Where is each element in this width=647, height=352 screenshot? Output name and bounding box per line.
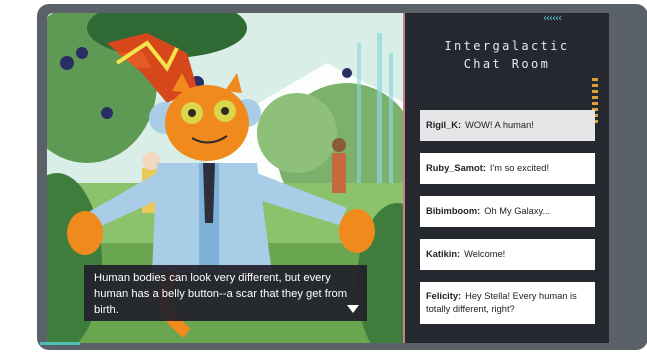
chat-panel: ‹‹‹‹‹‹ Intergalactic Chat Room Rigil_K: W… xyxy=(403,13,609,343)
chevrons-left-icon: ‹‹‹‹‹‹ xyxy=(543,13,562,24)
chat-text: Oh My Galaxy... xyxy=(484,206,551,216)
chat-user: Felicity: xyxy=(426,291,462,301)
chat-title-line1: Intergalactic xyxy=(444,39,570,53)
dialog-box[interactable]: Human bodies can look very different, bu… xyxy=(84,265,367,321)
dialog-text: Human bodies can look very different, bu… xyxy=(94,272,348,316)
chat-text: I'm so excited! xyxy=(489,163,550,173)
chat-user: Katikin: xyxy=(426,249,461,259)
chat-text: WOW! A human! xyxy=(465,120,534,130)
accent-bar xyxy=(40,342,80,345)
chat-title-line2: Chat Room xyxy=(463,57,551,71)
chat-message: Felicity: Hey Stella! Every human is tota… xyxy=(420,282,595,324)
chat-message: Katikin: Welcome! xyxy=(420,239,595,270)
chat-text: Welcome! xyxy=(464,249,506,259)
chat-message: Rigil_K: WOW! A human! xyxy=(420,110,595,141)
chat-message: Ruby_Samot: I'm so excited! xyxy=(420,153,595,184)
chat-user: Rigil_K: xyxy=(426,120,462,130)
triangle-down-icon[interactable] xyxy=(347,305,359,313)
chat-message: Bibimboom: Oh My Galaxy... xyxy=(420,196,595,227)
chat-panel-title: Intergalactic Chat Room xyxy=(405,37,609,73)
chat-user: Ruby_Samot: xyxy=(426,163,486,173)
chat-user: Bibimboom: xyxy=(426,206,481,216)
